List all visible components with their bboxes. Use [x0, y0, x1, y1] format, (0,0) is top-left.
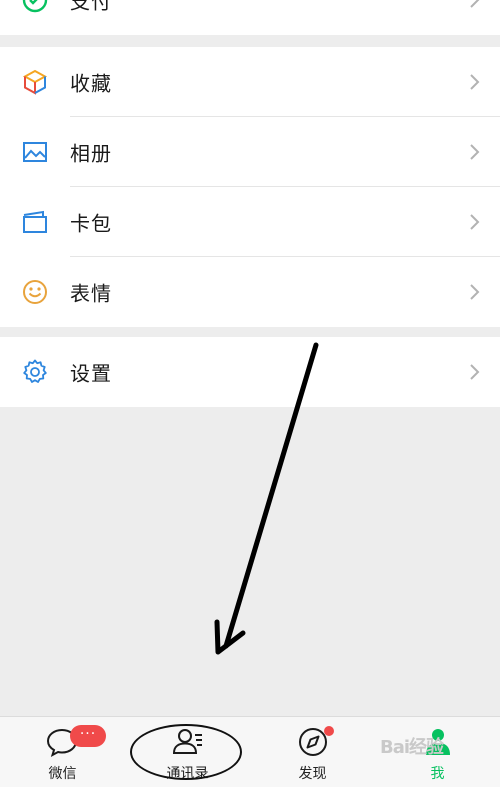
menu-item-label: 卡包: [70, 211, 112, 236]
tab-me[interactable]: 我 Bai经验: [375, 717, 500, 787]
tab-label: 发现: [298, 766, 327, 782]
watermark: Bai经验: [380, 737, 444, 758]
menu-section-group1: 收藏 相册 卡包 表情: [0, 47, 500, 327]
menu-item-favorites[interactable]: 收藏: [0, 47, 500, 117]
menu-item-album[interactable]: 相册: [0, 117, 500, 187]
new-dot-badge: [324, 726, 334, 736]
tab-label: 我: [430, 766, 445, 782]
gear-icon: [20, 357, 50, 387]
menu-section-settings: 设置: [0, 337, 500, 407]
unread-badge: ···: [70, 725, 106, 747]
chevron-right-icon: [470, 214, 480, 230]
menu-item-settings[interactable]: 设置: [0, 337, 500, 407]
chevron-right-icon: [470, 0, 480, 8]
tab-discover[interactable]: 发现: [250, 717, 375, 787]
chevron-right-icon: [470, 144, 480, 160]
chevron-right-icon: [470, 364, 480, 380]
sticker-smiley-icon: [20, 277, 50, 307]
tab-label: 微信: [48, 766, 77, 782]
annotation-circle: [130, 724, 242, 780]
menu-item-card-wallet[interactable]: 卡包: [0, 187, 500, 257]
bottom-tab-bar: ··· 微信 通讯录 发现 我 Bai经验: [0, 716, 500, 787]
menu-item-pay[interactable]: 支付: [0, 0, 500, 35]
album-picture-icon: [20, 137, 50, 167]
menu-item-label: 相册: [70, 141, 112, 166]
menu-item-stickers[interactable]: 表情: [0, 257, 500, 327]
menu-item-label: 支付: [70, 0, 112, 14]
wechat-pay-icon: [20, 0, 50, 15]
menu-section-top: 支付: [0, 0, 500, 35]
chevron-right-icon: [470, 284, 480, 300]
menu-item-label: 设置: [70, 361, 112, 386]
menu-item-label: 收藏: [70, 71, 112, 96]
card-wallet-icon: [20, 207, 50, 237]
favorites-cube-icon: [20, 67, 50, 97]
chevron-right-icon: [470, 74, 480, 90]
menu-item-label: 表情: [70, 281, 112, 306]
tab-wechat[interactable]: ··· 微信: [0, 717, 125, 787]
